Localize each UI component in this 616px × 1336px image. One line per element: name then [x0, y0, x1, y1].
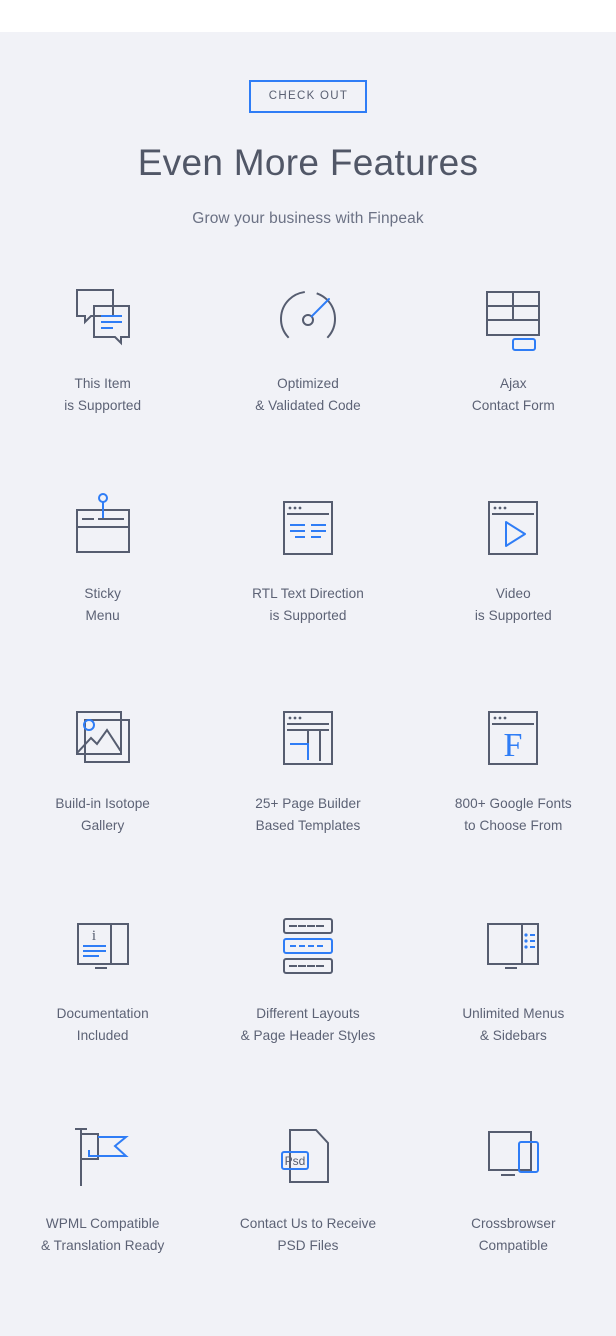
open-book-info-icon: i — [65, 910, 141, 986]
features-grid: This Item is Supported Optimized & Valid… — [0, 266, 616, 1316]
feature-line-1: WPML Compatible — [45, 1216, 160, 1232]
contact-form-icon — [475, 280, 551, 356]
feature-line-2: Contact Form — [471, 398, 555, 414]
check-out-button[interactable]: CHECK OUT — [248, 80, 368, 113]
svg-text:F: F — [504, 727, 523, 764]
feature-line-2: & Validated Code — [255, 398, 361, 414]
feature-card[interactable]: Build-in Isotope Gallery — [0, 686, 205, 896]
feature-card[interactable]: Video is Supported — [411, 476, 616, 686]
feature-line-1: Unlimited Menus — [462, 1006, 565, 1022]
top-white-strip — [0, 0, 616, 32]
feature-line-1: Ajax — [499, 376, 527, 392]
section-header: CHECK OUT Even More Features Grow your b… — [0, 80, 616, 228]
feature-card[interactable]: Crossbrowser Compatible — [411, 1106, 616, 1316]
feature-card[interactable]: RTL Text Direction is Supported — [205, 476, 410, 686]
chat-bubbles-icon — [65, 280, 141, 356]
feature-card[interactable]: Ajax Contact Form — [411, 266, 616, 476]
feature-label: Optimized & Validated Code — [255, 373, 361, 417]
feature-line-1: Video — [495, 586, 531, 602]
feature-line-1: Optimized — [277, 376, 339, 392]
feature-line-2: PSD Files — [277, 1238, 339, 1254]
feature-line-1: 800+ Google Fonts — [454, 796, 572, 812]
feature-line-2: is Supported — [474, 608, 552, 624]
feature-line-1: Sticky — [84, 586, 121, 602]
feature-line-2: Menu — [85, 608, 120, 624]
sticky-pin-window-icon — [65, 490, 141, 566]
feature-line-1: RTL Text Direction — [252, 586, 364, 602]
feature-card[interactable]: i Documentation Included — [0, 896, 205, 1106]
feature-line-2: Gallery — [80, 818, 125, 834]
feature-card[interactable]: Optimized & Validated Code — [205, 266, 410, 476]
psd-document-icon: Psd — [270, 1120, 346, 1196]
feature-line-2: is Supported — [64, 398, 142, 414]
header-layouts-icon — [270, 910, 346, 986]
feature-label: Build-in Isotope Gallery — [55, 793, 150, 837]
feature-line-2: & Translation Ready — [40, 1238, 165, 1254]
feature-label: Contact Us to Receive PSD Files — [240, 1213, 376, 1257]
feature-card[interactable]: 25+ Page Builder Based Templates — [205, 686, 410, 896]
feature-label: Crossbrowser Compatible — [471, 1213, 555, 1257]
flag-icon — [65, 1120, 141, 1196]
video-play-window-icon — [475, 490, 551, 566]
feature-line-1: This Item — [74, 376, 131, 392]
page-subtitle: Grow your business with Finpeak — [192, 210, 424, 228]
photo-stack-icon — [65, 700, 141, 776]
feature-line-2: & Page Header Styles — [240, 1028, 376, 1044]
feature-label: WPML Compatible & Translation Ready — [41, 1213, 164, 1257]
monitor-phone-icon — [475, 1120, 551, 1196]
feature-label: Unlimited Menus & Sidebars — [462, 1003, 564, 1047]
feature-label: Video is Supported — [475, 583, 552, 627]
feature-line-1: Different Layouts — [256, 1006, 360, 1022]
feature-card[interactable]: WPML Compatible & Translation Ready — [0, 1106, 205, 1316]
sidebar-menu-icon — [475, 910, 551, 986]
page-builder-icon — [270, 700, 346, 776]
feature-line-2: Based Templates — [255, 818, 361, 834]
svg-text:i: i — [92, 928, 96, 944]
feature-card[interactable]: This Item is Supported — [0, 266, 205, 476]
feature-line-1: Crossbrowser — [471, 1216, 556, 1232]
feature-card[interactable]: Psd Contact Us to Receive PSD Files — [205, 1106, 410, 1316]
feature-label: Different Layouts & Page Header Styles — [241, 1003, 376, 1047]
font-f-window-icon: F — [475, 700, 551, 776]
feature-line-2: is Supported — [269, 608, 347, 624]
feature-line-1: Build-in Isotope — [55, 796, 150, 812]
feature-line-1: 25+ Page Builder — [255, 796, 361, 812]
feature-line-1: Contact Us to Receive — [239, 1216, 377, 1232]
feature-card[interactable]: Sticky Menu — [0, 476, 205, 686]
page-title: Even More Features — [137, 141, 479, 183]
feature-card[interactable]: Unlimited Menus & Sidebars — [411, 896, 616, 1106]
rtl-text-window-icon — [270, 490, 346, 566]
feature-label: 25+ Page Builder Based Templates — [255, 793, 360, 837]
feature-label: RTL Text Direction is Supported — [252, 583, 364, 627]
feature-line-2: to Choose From — [464, 818, 563, 834]
speedometer-icon — [270, 280, 346, 356]
feature-card[interactable]: Different Layouts & Page Header Styles — [205, 896, 410, 1106]
feature-label: This Item is Supported — [64, 373, 141, 417]
feature-line-2: Included — [76, 1028, 129, 1044]
feature-label: Ajax Contact Form — [472, 373, 555, 417]
feature-label: 800+ Google Fonts to Choose From — [455, 793, 572, 837]
feature-card[interactable]: F 800+ Google Fonts to Choose From — [411, 686, 616, 896]
svg-text:Psd: Psd — [285, 1154, 306, 1168]
feature-line-2: Compatible — [478, 1238, 548, 1254]
features-section: CHECK OUT Even More Features Grow your b… — [0, 32, 616, 1336]
feature-line-2: & Sidebars — [479, 1028, 547, 1044]
feature-line-1: Documentation — [56, 1006, 149, 1022]
feature-label: Sticky Menu — [84, 583, 121, 627]
feature-label: Documentation Included — [57, 1003, 149, 1047]
